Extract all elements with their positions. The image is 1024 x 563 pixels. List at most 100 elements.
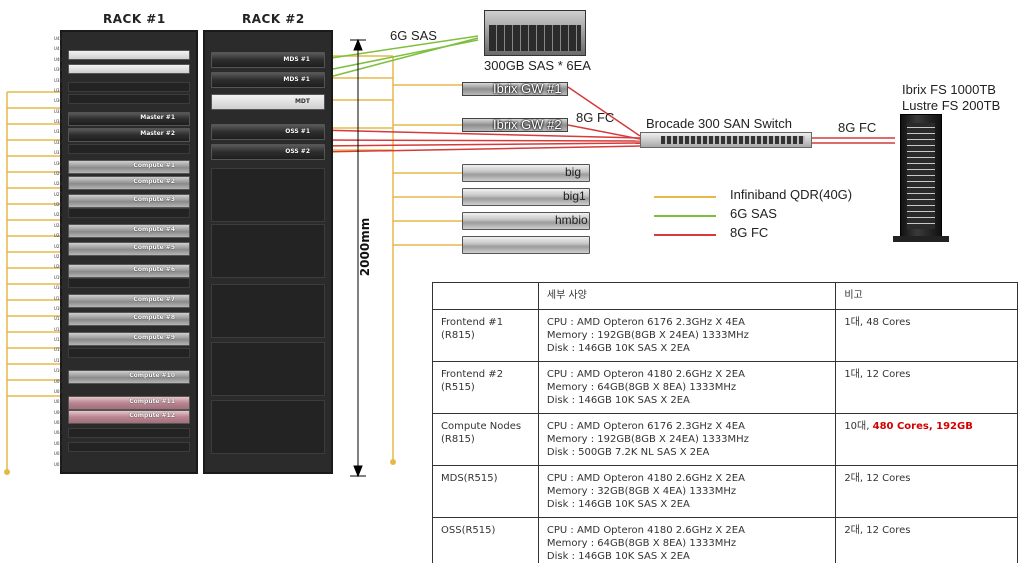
- row-name-cell: OSS(R515): [432, 517, 539, 563]
- rack2-server: MDS #1: [211, 52, 325, 68]
- rack1-server: Compute #9: [68, 332, 190, 346]
- blank-panel: [68, 94, 190, 104]
- node-label: hmbio: [555, 213, 588, 227]
- u-label: U01: [53, 461, 62, 467]
- server-label: Compute #8: [133, 314, 175, 321]
- rack1-server: Compute #1: [68, 160, 190, 174]
- row-note-cell: 1대, 48 Cores: [835, 309, 1018, 362]
- row-spec-line: Memory : 192GB(8GB X 24EA) 1333MHz: [546, 330, 749, 341]
- rack2-server: OSS #1: [211, 124, 325, 140]
- node-server-4: [462, 236, 590, 254]
- u-label: U24: [53, 222, 62, 228]
- blank-panel: [68, 278, 190, 288]
- u-label: U32: [53, 139, 62, 145]
- rack2-server: MDS #1: [211, 72, 325, 88]
- u-label: U34: [53, 119, 62, 125]
- rack1-title: RACK #1: [103, 12, 166, 26]
- row-name-cell: MDS(R515): [432, 465, 539, 518]
- row-spec-line: CPU : AMD Opteron 4180 2.6GHz X 2EA: [546, 369, 745, 380]
- blank-panel: [68, 428, 190, 438]
- server-label: Compute #2: [133, 178, 175, 185]
- blank-panel: [68, 144, 190, 154]
- u-label: U03: [53, 440, 62, 446]
- u-label: U04: [53, 430, 62, 436]
- row-note: 2대, 12 Cores: [844, 525, 911, 536]
- array-label-1: Ibrix FS 1000TB: [902, 82, 996, 97]
- u-label: U07: [53, 399, 62, 405]
- sas-link-label: 6G SAS: [390, 28, 437, 43]
- u-label: U18: [53, 285, 62, 291]
- infrastructure-diagram: RACK #1 RACK #2 U42 U41 U40 U39 U38 U37 U36 U35…: [0, 0, 1024, 563]
- u-label: U35: [53, 108, 62, 114]
- rack1-server: [68, 50, 190, 60]
- row-spec-line: Disk : 146GB 10K SAS X 2EA: [546, 499, 690, 510]
- table-row: OSS(R515) CPU : AMD Opteron 4180 2.6GHz X…: [432, 517, 1018, 563]
- rack2-title: RACK #2: [242, 12, 305, 26]
- rack-1: U42 U41 U40 U39 U38 U37 U36 U35 U34 U33 U32 U31 U30 U…: [54, 30, 198, 474]
- legend-label: 8G FC: [730, 225, 769, 240]
- gw1-label: Ibrix GW #1: [493, 81, 562, 96]
- u-label: U19: [53, 274, 62, 280]
- u-label: U40: [53, 56, 62, 62]
- server-label: Master #1: [140, 114, 175, 121]
- row-spec-line: Disk : 146GB 10K SAS X 2EA: [546, 395, 690, 406]
- row-note: 1대, 48 Cores: [844, 317, 911, 328]
- row-spec-line: Disk : 146GB 10K SAS X 2EA: [546, 343, 690, 354]
- node-label: big: [565, 165, 582, 179]
- array-label-2: Lustre FS 200TB: [902, 98, 1001, 113]
- u-label: U11: [53, 357, 62, 363]
- server-label: Compute #11: [129, 398, 175, 405]
- u-label: U08: [53, 388, 62, 394]
- node-server-big1: big1: [462, 188, 590, 206]
- blank-panel: [211, 342, 325, 396]
- rack1-server: Compute #11: [68, 396, 190, 410]
- table-header-cell: 세부 사양: [537, 282, 837, 310]
- rack1-server: Compute #10: [68, 370, 190, 384]
- switch-label: Brocade 300 SAN Switch: [646, 116, 792, 131]
- table-header-cell: [432, 282, 539, 310]
- server-label: Compute #12: [129, 412, 175, 419]
- row-name-cell: Frontend #1 (R815): [432, 309, 539, 362]
- server-label: OSS #2: [285, 148, 310, 155]
- node-label: big1: [563, 189, 586, 203]
- u-label: U27: [53, 191, 62, 197]
- u-label: U31: [53, 150, 62, 156]
- rack-2: MDS #1 MDS #1 MDT OSS #1 OSS #2: [203, 30, 333, 474]
- row-note: 10대,: [844, 421, 873, 432]
- row-spec-cell: CPU : AMD Opteron 4180 2.6GHz X 2EA Memor…: [537, 517, 837, 563]
- u-label: U39: [53, 67, 62, 73]
- table-header-cell: 비고: [835, 282, 1018, 310]
- legend-label: 6G SAS: [730, 206, 777, 221]
- u-label: U29: [53, 170, 62, 176]
- server-label: Compute #5: [133, 244, 175, 251]
- row-note-highlight: 480 Cores, 192GB: [872, 421, 973, 432]
- server-label: Compute #10: [129, 372, 175, 379]
- row-note-cell: 2대, 12 Cores: [835, 517, 1018, 563]
- storage-array-base: [893, 236, 949, 242]
- row-note-cell: 1대, 12 Cores: [835, 361, 1018, 414]
- u-label: U21: [53, 254, 62, 259]
- spec-table: 세부 사양 비고 Frontend #1 (R815) CPU : AMD Optero…: [432, 282, 1018, 563]
- blank-panel: [68, 82, 190, 92]
- row-spec-line: Disk : 146GB 10K SAS X 2EA: [546, 551, 690, 562]
- row-spec-cell: CPU : AMD Opteron 4180 2.6GHz X 2EA Memor…: [537, 465, 837, 518]
- u-label: U16: [53, 305, 62, 311]
- row-note-cell: 10대, 480 Cores, 192GB: [835, 413, 1018, 466]
- rack1-server: Compute #4: [68, 224, 190, 238]
- rack1-server: Compute #12: [68, 410, 190, 424]
- row-spec-cell: CPU : AMD Opteron 6176 2.3GHz X 4EA Memor…: [537, 309, 837, 362]
- u-label: U02: [53, 451, 62, 457]
- blank-panel: [211, 400, 325, 454]
- height-label: 2000mm: [358, 217, 373, 277]
- u-label: U30: [53, 160, 62, 166]
- rack1-server: Compute #7: [68, 294, 190, 308]
- rack2-server: OSS #2: [211, 144, 325, 160]
- blank-panel: [211, 168, 325, 222]
- server-label: OSS #1: [285, 128, 310, 135]
- u-label: U20: [53, 264, 62, 270]
- server-label: MDT: [294, 98, 310, 105]
- sas-enclosure: [484, 10, 586, 56]
- blank-panel: [68, 208, 190, 218]
- blank-panel: [68, 348, 190, 358]
- row-name-line: Frontend #2: [441, 369, 504, 380]
